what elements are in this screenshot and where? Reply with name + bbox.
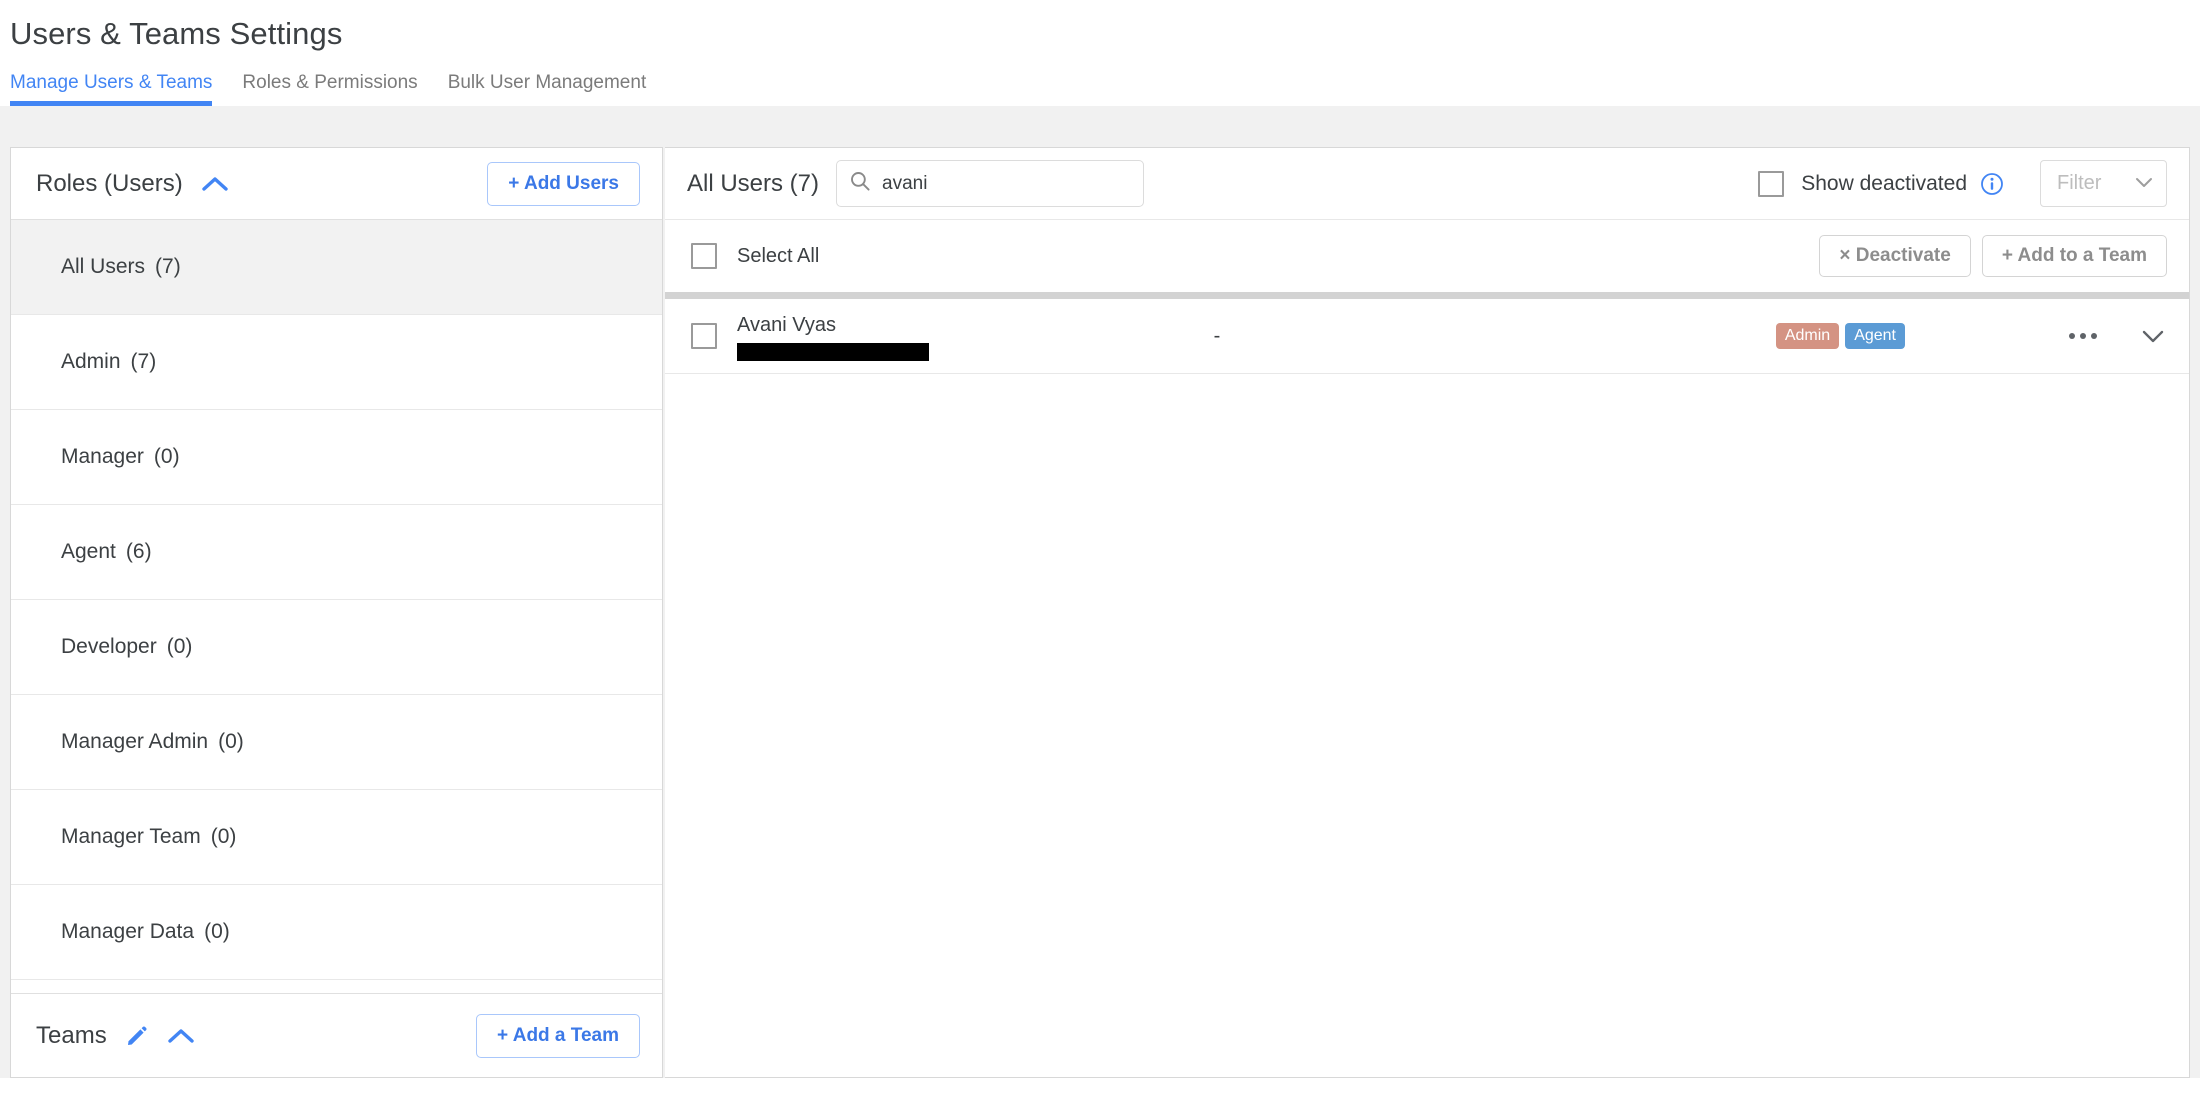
role-label: All Users (61, 255, 146, 278)
show-deactivated-label: Show deactivated (1801, 171, 1967, 195)
role-count: (0) (204, 920, 230, 943)
users-toolbar: Select All × Deactivate + Add to a Team (665, 220, 2189, 292)
chevron-up-icon[interactable] (167, 1027, 195, 1045)
users-header-controls: Show deactivated Filter (1758, 160, 2167, 207)
chevron-up-icon[interactable] (201, 175, 229, 193)
toolbar-divider (665, 292, 2189, 299)
roles-panel: Roles (Users) + Add Users All Users (7) … (10, 147, 663, 1078)
toolbar-actions: × Deactivate + Add to a Team (1819, 235, 2167, 277)
tab-label: Manage Users & Teams (10, 72, 213, 93)
role-count: (6) (125, 540, 152, 563)
show-deactivated-checkbox[interactable]: Show deactivated (1758, 170, 1967, 197)
role-item-all-users[interactable]: All Users (7) (11, 220, 662, 315)
add-team-button[interactable]: + Add a Team (476, 1013, 640, 1058)
role-item-manager-data[interactable]: Manager Data (0) (11, 885, 662, 980)
search-input[interactable] (882, 172, 1132, 195)
row-select-checkbox[interactable] (691, 323, 717, 349)
roles-panel-title: Roles (Users) (36, 169, 183, 197)
checkbox-box (1758, 170, 1785, 197)
pencil-icon[interactable] (125, 1024, 149, 1048)
tab-manage-users-teams[interactable]: Manage Users & Teams (10, 73, 226, 106)
teams-panel-header: Teams + Add a Team (11, 993, 662, 1077)
role-item-manager-team[interactable]: Manager Team (0) (11, 790, 662, 885)
role-label: Agent (61, 540, 116, 563)
role-count: (0) (166, 635, 193, 658)
role-item-agent[interactable]: Agent (6) (11, 505, 662, 600)
user-email-redacted (737, 342, 929, 361)
role-count: (7) (130, 350, 157, 373)
status-badge-agent: Agent (1845, 323, 1905, 349)
search-box[interactable] (836, 160, 1145, 207)
header-separator-band (0, 106, 2200, 147)
filter-label: Filter (2057, 172, 2102, 194)
tab-roles-permissions[interactable]: Roles & Permissions (242, 73, 431, 106)
tab-label: Bulk User Management (447, 72, 647, 93)
chevron-down-icon[interactable] (2139, 327, 2167, 345)
user-name: Avani Vyas (737, 313, 836, 336)
role-label: Manager (61, 445, 144, 468)
content-area: Roles (Users) + Add Users All Users (7) … (0, 147, 2200, 1078)
chevron-down-icon (2134, 172, 2154, 195)
add-users-button[interactable]: + Add Users (487, 161, 640, 206)
table-row: Avani Vyas - Admin Agent (665, 299, 2189, 374)
user-identity: Avani Vyas (737, 312, 1067, 361)
status-badge-admin: Admin (1775, 323, 1840, 349)
roles-list: All Users (7) Admin (7) Manager (0) Agen… (11, 220, 662, 993)
filter-dropdown[interactable]: Filter (2040, 160, 2167, 207)
users-list: Avani Vyas - Admin Agent (665, 299, 2189, 1077)
role-item-manager-admin[interactable]: Manager Admin (0) (11, 695, 662, 790)
teams-panel-title: Teams (36, 1021, 107, 1049)
role-count: (0) (153, 445, 180, 468)
user-role-badges: Admin Agent (1775, 323, 1905, 349)
role-count: (7) (155, 255, 181, 278)
role-label: Manager Data (61, 920, 195, 943)
role-item-developer[interactable]: Developer (0) (11, 600, 662, 695)
role-item-manager[interactable]: Manager (0) (11, 410, 662, 505)
tab-bar: Manage Users & Teams Roles & Permissions… (0, 54, 2200, 106)
role-label: Admin (61, 350, 121, 373)
search-icon (849, 170, 871, 197)
users-panel-title: All Users (7) (687, 169, 820, 197)
deactivate-button[interactable]: × Deactivate (1819, 235, 1971, 277)
tab-bulk-user-management[interactable]: Bulk User Management (448, 73, 661, 106)
user-team-value: - (1213, 324, 1221, 347)
checkbox-box (691, 243, 717, 269)
page-title: Users & Teams Settings (10, 16, 343, 51)
roles-panel-header: Roles (Users) + Add Users (11, 148, 662, 220)
checkbox-box (691, 323, 717, 349)
users-panel: All Users (7) Show deactivated (665, 147, 2190, 1078)
select-all-label: Select All (737, 244, 820, 267)
row-actions (2065, 325, 2167, 347)
add-to-team-button[interactable]: + Add to a Team (1981, 235, 2167, 277)
role-item-admin[interactable]: Admin (7) (11, 315, 662, 410)
select-all-checkbox[interactable]: Select All (691, 243, 819, 269)
role-count: (0) (218, 730, 244, 753)
role-count: (0) (210, 825, 237, 848)
tab-label: Roles & Permissions (242, 72, 418, 93)
role-label: Manager Team (61, 825, 201, 848)
role-label: Manager Admin (61, 730, 209, 753)
users-panel-header: All Users (7) Show deactivated (665, 148, 2189, 220)
role-label: Developer (61, 635, 157, 658)
info-icon[interactable] (1980, 172, 2004, 196)
kebab-menu-icon[interactable] (2065, 325, 2101, 347)
page-header: Users & Teams Settings (0, 0, 2200, 54)
